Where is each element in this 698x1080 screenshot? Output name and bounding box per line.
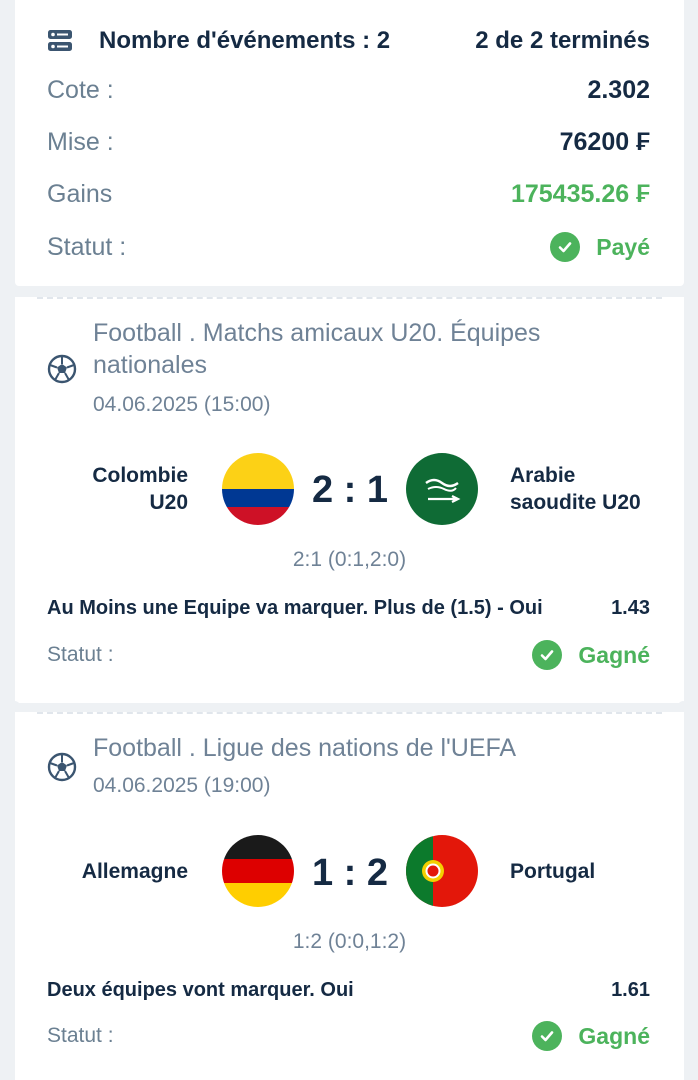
- winnings-label: Gains: [47, 180, 113, 208]
- event-status-badge: Gagné: [532, 1021, 650, 1051]
- soccer-ball-icon: [47, 354, 77, 384]
- odds-value: 2.302: [587, 76, 650, 104]
- bet-summary-card: Nombre d'événements : 2 2 de 2 terminés …: [15, 0, 684, 286]
- status-row: Statut : Payé: [47, 232, 650, 262]
- event-status-row: Statut : Gagné: [47, 640, 650, 670]
- market-name: Deux équipes vont marquer. Oui: [47, 979, 354, 1001]
- market-odds: 1.43: [611, 597, 650, 619]
- check-circle-icon: [532, 640, 563, 670]
- event-card[interactable]: Football . Matchs amicaux U20. Équipes n…: [15, 297, 684, 703]
- check-circle-icon: [532, 1021, 563, 1051]
- event-status-badge: Gagné: [532, 640, 650, 670]
- check-circle-icon: [550, 232, 581, 262]
- market-row: Au Moins une Equipe va marquer. Plus de …: [47, 597, 650, 620]
- status-label: Statut :: [47, 232, 127, 261]
- away-team: Arabie saoudite U20: [510, 464, 641, 514]
- events-count: Nombre d'événements : 2: [99, 27, 391, 54]
- score-detail: 1:2 (0:0,1:2): [292, 930, 407, 953]
- odds-row: Cote : 2.302: [47, 76, 650, 105]
- event-date: 04.06.2025 (19:00): [93, 774, 271, 797]
- colombia-flag-icon: [222, 453, 294, 525]
- winnings-value: 175435.26 ₣: [510, 180, 650, 208]
- home-team: Allemagne: [81, 860, 188, 883]
- event-status-value: Gagné: [578, 641, 650, 668]
- event-title: Football . Ligue des nations de l'UEFA: [93, 734, 517, 762]
- status-badge: Payé: [550, 232, 650, 262]
- score: 2 : 1: [311, 469, 389, 511]
- score: 1 : 2: [311, 852, 389, 894]
- market-odds: 1.61: [611, 979, 650, 1001]
- stake-row: Mise : 76200 ₣: [47, 128, 650, 157]
- home-team: Colombie U20: [92, 464, 188, 514]
- summary-header: Nombre d'événements : 2 2 de 2 terminés: [47, 22, 650, 60]
- score-detail: 2:1 (0:1,2:0): [292, 548, 407, 571]
- soccer-ball-icon: [47, 752, 77, 782]
- event-date: 04.06.2025 (15:00): [93, 393, 271, 416]
- completed-count: 2 de 2 terminés: [475, 27, 650, 54]
- event-status-label: Statut :: [47, 643, 114, 666]
- event-status-label: Statut :: [47, 1024, 114, 1047]
- germany-flag-icon: [222, 835, 294, 907]
- winnings-row: Gains 175435.26 ₣: [47, 180, 650, 209]
- portugal-flag-icon: [406, 835, 478, 907]
- event-card[interactable]: Football . Ligue des nations de l'UEFA 0…: [15, 712, 684, 1080]
- saudi-arabia-flag-icon: [406, 453, 478, 525]
- list-icon: [48, 30, 72, 51]
- market-row: Deux équipes vont marquer. Oui 1.61: [47, 979, 650, 1002]
- event-status-row: Statut : Gagné: [47, 1021, 650, 1051]
- away-team: Portugal: [510, 860, 596, 883]
- stake-value: 76200 ₣: [559, 128, 650, 156]
- market-name: Au Moins une Equipe va marquer. Plus de …: [47, 597, 543, 619]
- status-value: Payé: [596, 233, 650, 260]
- event-status-value: Gagné: [578, 1022, 650, 1049]
- odds-label: Cote :: [47, 76, 114, 104]
- stake-label: Mise :: [47, 128, 114, 156]
- event-title: Football . Matchs amicaux U20. Équipes n…: [93, 319, 541, 379]
